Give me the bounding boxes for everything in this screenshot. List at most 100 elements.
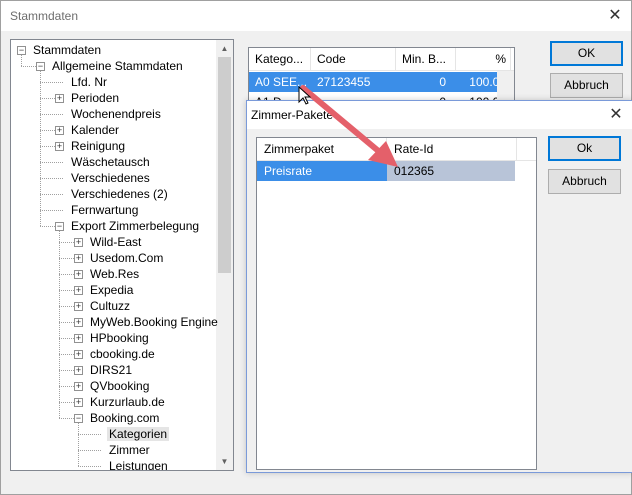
zimmer-pakete-dialog: Zimmer-Pakete ✕ Zimmerpaket Rate-Id Prei… — [246, 100, 632, 473]
tree-item[interactable]: Usedom.Com — [88, 250, 165, 266]
title-bar: Stammdaten ✕ — [1, 1, 631, 31]
scroll-thumb[interactable] — [218, 57, 231, 273]
dialog-title: Zimmer-Pakete — [251, 108, 334, 122]
col-min-b[interactable]: Min. B... — [396, 48, 456, 70]
tree-connector — [40, 210, 63, 211]
tree-item-label: Wäschetausch — [71, 155, 150, 169]
tree-item-label: Stammdaten — [33, 43, 102, 57]
collapse-icon[interactable]: − — [55, 222, 64, 231]
tree-item-label: Wild-East — [90, 235, 142, 249]
expand-icon[interactable]: + — [74, 302, 83, 311]
collapse-icon[interactable]: − — [74, 414, 83, 423]
expand-icon[interactable]: + — [55, 94, 64, 103]
tree-connector — [40, 162, 63, 163]
tree-item-label: Wochenendpreis — [71, 107, 161, 121]
expand-icon[interactable]: + — [74, 286, 83, 295]
tree-item[interactable]: Verschiedenes (2) — [69, 186, 170, 202]
tree-item[interactable]: Lfd. Nr — [69, 74, 109, 90]
tree-item[interactable]: Leistungen — [107, 458, 170, 471]
collapse-icon[interactable]: − — [17, 46, 26, 55]
expand-icon[interactable]: + — [74, 318, 83, 327]
tree-item[interactable]: Wild-East — [88, 234, 143, 250]
expand-icon[interactable]: + — [74, 334, 83, 343]
tree-item[interactable]: Zimmer — [107, 442, 152, 458]
tree-item-label: Verschiedenes (2) — [71, 187, 168, 201]
tree-item-label: Kurzurlaub.de — [90, 395, 165, 409]
tree-item-label: Export Zimmerbelegung — [71, 219, 200, 233]
mouse-cursor-icon — [298, 86, 312, 105]
expand-icon[interactable]: + — [55, 126, 64, 135]
cell-zimmerpaket: Preisrate — [257, 161, 387, 181]
table-row[interactable]: Preisrate 012365 — [257, 161, 515, 181]
tree-item-label: Zimmer — [109, 443, 150, 457]
expand-icon[interactable]: + — [74, 238, 83, 247]
tree-item[interactable]: Stammdaten — [31, 42, 103, 58]
ok-button[interactable]: OK — [550, 41, 623, 66]
col-kategorie[interactable]: Katego... — [249, 48, 311, 70]
tree-item[interactable]: Kurzurlaub.de — [88, 394, 167, 410]
tree-item[interactable]: Wochenendpreis — [69, 106, 163, 122]
tree-item-label: MyWeb.Booking Engine — [90, 315, 218, 329]
dialog-ok-button[interactable]: Ok — [548, 136, 621, 161]
tree-item[interactable]: DIRS21 — [88, 362, 134, 378]
tree-view[interactable]: ▲ ▼ Stammdaten − Allgemeine Stammdaten − Lfd… — [10, 39, 234, 471]
col-code[interactable]: Code — [311, 48, 396, 70]
expand-icon[interactable]: + — [74, 254, 83, 263]
table-row[interactable]: A0 SEE... 27123455 0 100.00 — [249, 72, 511, 92]
tree-connector — [40, 194, 63, 195]
zimmerpaket-list[interactable]: Zimmerpaket Rate-Id Preisrate 012365 — [256, 137, 537, 470]
tree-connector — [78, 434, 101, 435]
tree-item-label: Fernwartung — [71, 203, 139, 217]
tree-item[interactable]: HPbooking — [88, 330, 151, 346]
tree-guide — [40, 71, 41, 226]
close-icon[interactable]: ✕ — [605, 6, 625, 26]
tree-scrollbar[interactable]: ▲ ▼ — [216, 40, 233, 470]
col-zimmerpaket[interactable]: Zimmerpaket — [257, 138, 387, 160]
expand-icon[interactable]: + — [74, 382, 83, 391]
tree-item[interactable]: Expedia — [88, 282, 135, 298]
tree-item[interactable]: Reinigung — [69, 138, 127, 154]
tree-item-label: Leistungen — [109, 459, 168, 471]
dialog-abbruch-button[interactable]: Abbruch — [548, 169, 621, 194]
tree-item-label: Booking.com — [90, 411, 160, 425]
tree-connector — [78, 466, 101, 467]
tree-item[interactable]: Wäschetausch — [69, 154, 152, 170]
close-icon[interactable]: ✕ — [606, 105, 626, 125]
abbruch-button[interactable]: Abbruch — [550, 73, 623, 98]
cell-code: 27123455 — [317, 75, 371, 89]
tree-item[interactable]: cbooking.de — [88, 346, 157, 362]
expand-icon[interactable]: + — [74, 350, 83, 359]
tree-item-label: Usedom.Com — [90, 251, 164, 265]
tree-item[interactable]: QVbooking — [88, 378, 151, 394]
tree-item[interactable]: Perioden — [69, 90, 121, 106]
col-percent[interactable]: % — [456, 48, 511, 70]
tree-item-label: Web.Res — [90, 267, 140, 281]
expand-icon[interactable]: + — [74, 398, 83, 407]
tree-item[interactable]: Cultuzz — [88, 298, 132, 314]
tree-item[interactable]: Verschiedenes — [69, 170, 152, 186]
col-rate-id[interactable]: Rate-Id — [387, 138, 517, 160]
window-title: Stammdaten — [10, 9, 79, 23]
collapse-icon[interactable]: − — [36, 62, 45, 71]
cell-rate-id: 012365 — [387, 161, 515, 181]
tree-connector — [40, 178, 63, 179]
tree-item[interactable]: Booking.com — [88, 410, 161, 426]
tree-item-label: QVbooking — [90, 379, 150, 393]
expand-icon[interactable]: + — [55, 142, 64, 151]
tree-item[interactable]: Web.Res — [88, 266, 141, 282]
tree-item[interactable]: MyWeb.Booking Engine — [88, 314, 220, 330]
list-header: Katego... Code Min. B... % — [249, 48, 514, 71]
tree-item[interactable]: Kategorien — [107, 426, 170, 442]
tree-item-label: Allgemeine Stammdaten — [52, 59, 183, 73]
tree-item[interactable]: Export Zimmerbelegung — [69, 218, 201, 234]
tree-item-label: cbooking.de — [90, 347, 155, 361]
expand-icon[interactable]: + — [74, 366, 83, 375]
scroll-up-icon[interactable]: ▲ — [216, 40, 233, 57]
tree-item[interactable]: Kalender — [69, 122, 121, 138]
tree-item[interactable]: Fernwartung — [69, 202, 140, 218]
scroll-down-icon[interactable]: ▼ — [216, 453, 233, 470]
tree-item[interactable]: Allgemeine Stammdaten — [50, 58, 185, 74]
expand-icon[interactable]: + — [74, 270, 83, 279]
tree-item-label: Reinigung — [71, 139, 126, 153]
tree-item-label: HPbooking — [90, 331, 149, 345]
